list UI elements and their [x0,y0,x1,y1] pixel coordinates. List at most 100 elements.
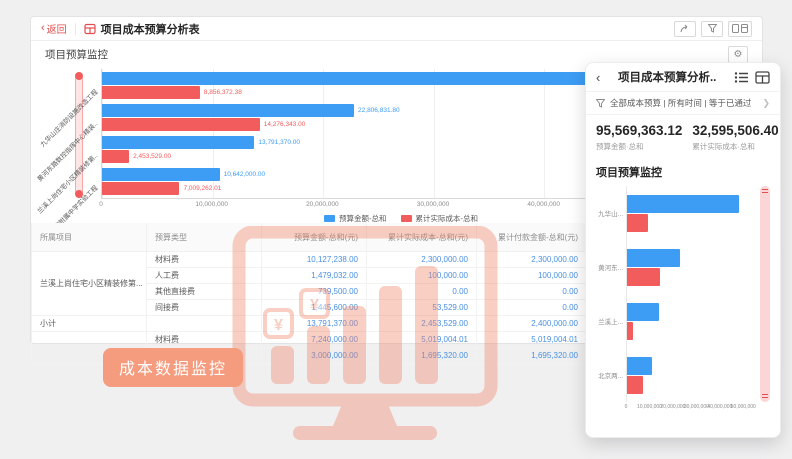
bar-budget[interactable] [627,249,680,267]
bar-budget[interactable] [102,136,254,149]
bar-value-label: 7,009,262.01 [183,185,221,192]
category-label: 兰溪上... [598,316,623,326]
paid-cell: 5,019,004.01 [477,332,587,348]
col-header-actual: 累计实际成本-总和(元) [367,223,477,252]
bar-value-label: 14,276,343.00 [264,121,306,128]
back-label: 返回 [47,21,67,36]
metric-value: 95,569,363.12 [596,123,682,138]
budget-cell: 739,500.00 [262,284,367,300]
bar-row [627,214,748,232]
bar-group: 黄河东... [627,240,748,294]
category-label: 北京两... [598,370,623,380]
paid-cell: 1,695,320.00 [477,348,587,364]
share-icon [680,24,690,33]
project-cell: 兰溪上尚住宅小区精装修第... [32,252,147,316]
filter-icon [596,99,605,108]
paid-cell: 2,300,000.00 [477,252,587,268]
export-icon [732,24,748,33]
back-button[interactable]: ‹ 返回 [41,21,67,36]
bar-value-label: 22,806,831.80 [358,107,400,114]
actual-cell: 100,000.00 [367,268,477,284]
table-view-icon[interactable] [755,71,770,84]
axis-tick-label: 50,000,000 [731,404,756,410]
category-label: 黄河东... [598,262,623,272]
axis-tick-label: 30,000,000 [417,201,450,208]
budget-cell: 1,445,600.00 [262,300,367,316]
mobile-metrics: 95,569,363.12 预算金额·总和 32,595,506.40 累计实际… [586,115,780,158]
report-table-icon [84,23,96,35]
bar-actual[interactable] [102,86,200,99]
actual-cell: 1,695,320.00 [367,348,477,364]
paid-cell: 0.00 [477,300,587,316]
bar-actual[interactable] [102,150,129,163]
metric-value: 32,595,506.40 [692,123,778,138]
bar-actual[interactable] [102,118,260,131]
actual-cell: 2,453,529.00 [367,316,477,332]
share-button[interactable] [674,21,696,37]
list-view-icon[interactable] [734,71,749,84]
bar-row [627,357,748,375]
metric-budget-total: 95,569,363.12 预算金额·总和 [596,123,682,152]
paid-cell: 0.00 [477,284,587,300]
budget-cell: 7,240,000.00 [262,332,367,348]
bar-row [627,249,748,267]
bar-budget[interactable] [102,72,636,85]
bar-value-label: 13,791,370.00 [258,139,300,146]
mobile-x-axis: 010,000,00020,000,00030,000,00040,000,00… [626,404,748,412]
back-chevron-icon: ‹ [41,23,45,34]
bar-group: 九华山... [627,186,748,240]
metric-actual-total: 32,595,506.40 累计实际成本·总和 [692,123,778,152]
axis-tick-label: 10,000,000 [637,404,662,410]
page-title: 项目成本预算分析表 [101,21,200,37]
mobile-zoom-slider[interactable] [760,186,770,402]
mobile-page-title: 项目成本预算分析.. [606,69,728,85]
bar-row [627,376,748,394]
metric-label: 累计实际成本·总和 [692,141,778,152]
filter-button[interactable] [701,21,723,37]
screen: ‹ 返回 项目成本预算分析表 [0,0,792,459]
mobile-back-button[interactable]: ‹ [596,70,600,85]
axis-tick-label: 0 [99,201,103,208]
type-cell: 人工费 [147,268,262,284]
type-cell: 其他直接费 [147,284,262,300]
category-label: 兰溪上尚住宅小区精装修第.. [35,150,100,215]
actual-cell: 0.00 [367,284,477,300]
bar-group: 兰溪上... [627,294,748,348]
bar-value-label: 2,453,529.00 [133,153,171,160]
axis-tick-label: 10,000,000 [195,201,228,208]
mobile-preview-panel: ‹ 项目成本预算分析.. 全部成本预算 | 所有时间 | 等于已通过 ❯ 95, [585,62,781,438]
mobile-header: ‹ 项目成本预算分析.. [586,63,780,91]
toolbar [674,21,752,37]
bar-actual[interactable] [627,268,660,286]
type-cell: 材料费 [147,332,262,348]
axis-tick-label: 20,000,000 [660,404,685,410]
bar-row [627,195,748,213]
bar-actual[interactable] [627,376,643,394]
mobile-filter-bar[interactable]: 全部成本预算 | 所有时间 | 等于已通过 ❯ [586,91,780,115]
bar-actual[interactable] [102,182,179,195]
budget-cell: 1,479,032.00 [262,268,367,284]
export-button[interactable] [728,21,752,37]
bar-budget[interactable] [627,357,652,375]
col-header-project: 所属项目 [32,223,147,252]
budget-cell: 3,000,000.00 [262,348,367,364]
axis-tick-label: 30,000,000 [684,404,709,410]
bar-budget[interactable] [102,168,220,181]
settings-button[interactable]: ⚙ [728,46,748,63]
bar-budget[interactable] [102,104,354,117]
bar-budget[interactable] [627,303,659,321]
mobile-bar-chart: 九华山...黄河东...兰溪上...北京两... [626,186,748,402]
legend-swatch-blue [324,215,335,222]
mobile-filter-text: 全部成本预算 | 所有时间 | 等于已通过 [610,97,757,109]
bar-actual[interactable] [627,322,633,340]
type-cell: 材料费 [147,252,262,268]
bar-group: 北京两... [627,348,748,402]
axis-tick-label: 20,000,000 [306,201,339,208]
bar-budget[interactable] [627,195,739,213]
mobile-chart-zone: 九华山...黄河东...兰溪上...北京两... 010,000,00020,0… [596,186,770,424]
category-label: 九华山庄消防设施改造工程 [37,86,99,148]
bar-actual[interactable] [627,214,648,232]
subtotal-cell: 小计 [32,316,147,332]
type-cell [147,316,262,332]
bar-row [627,268,748,286]
